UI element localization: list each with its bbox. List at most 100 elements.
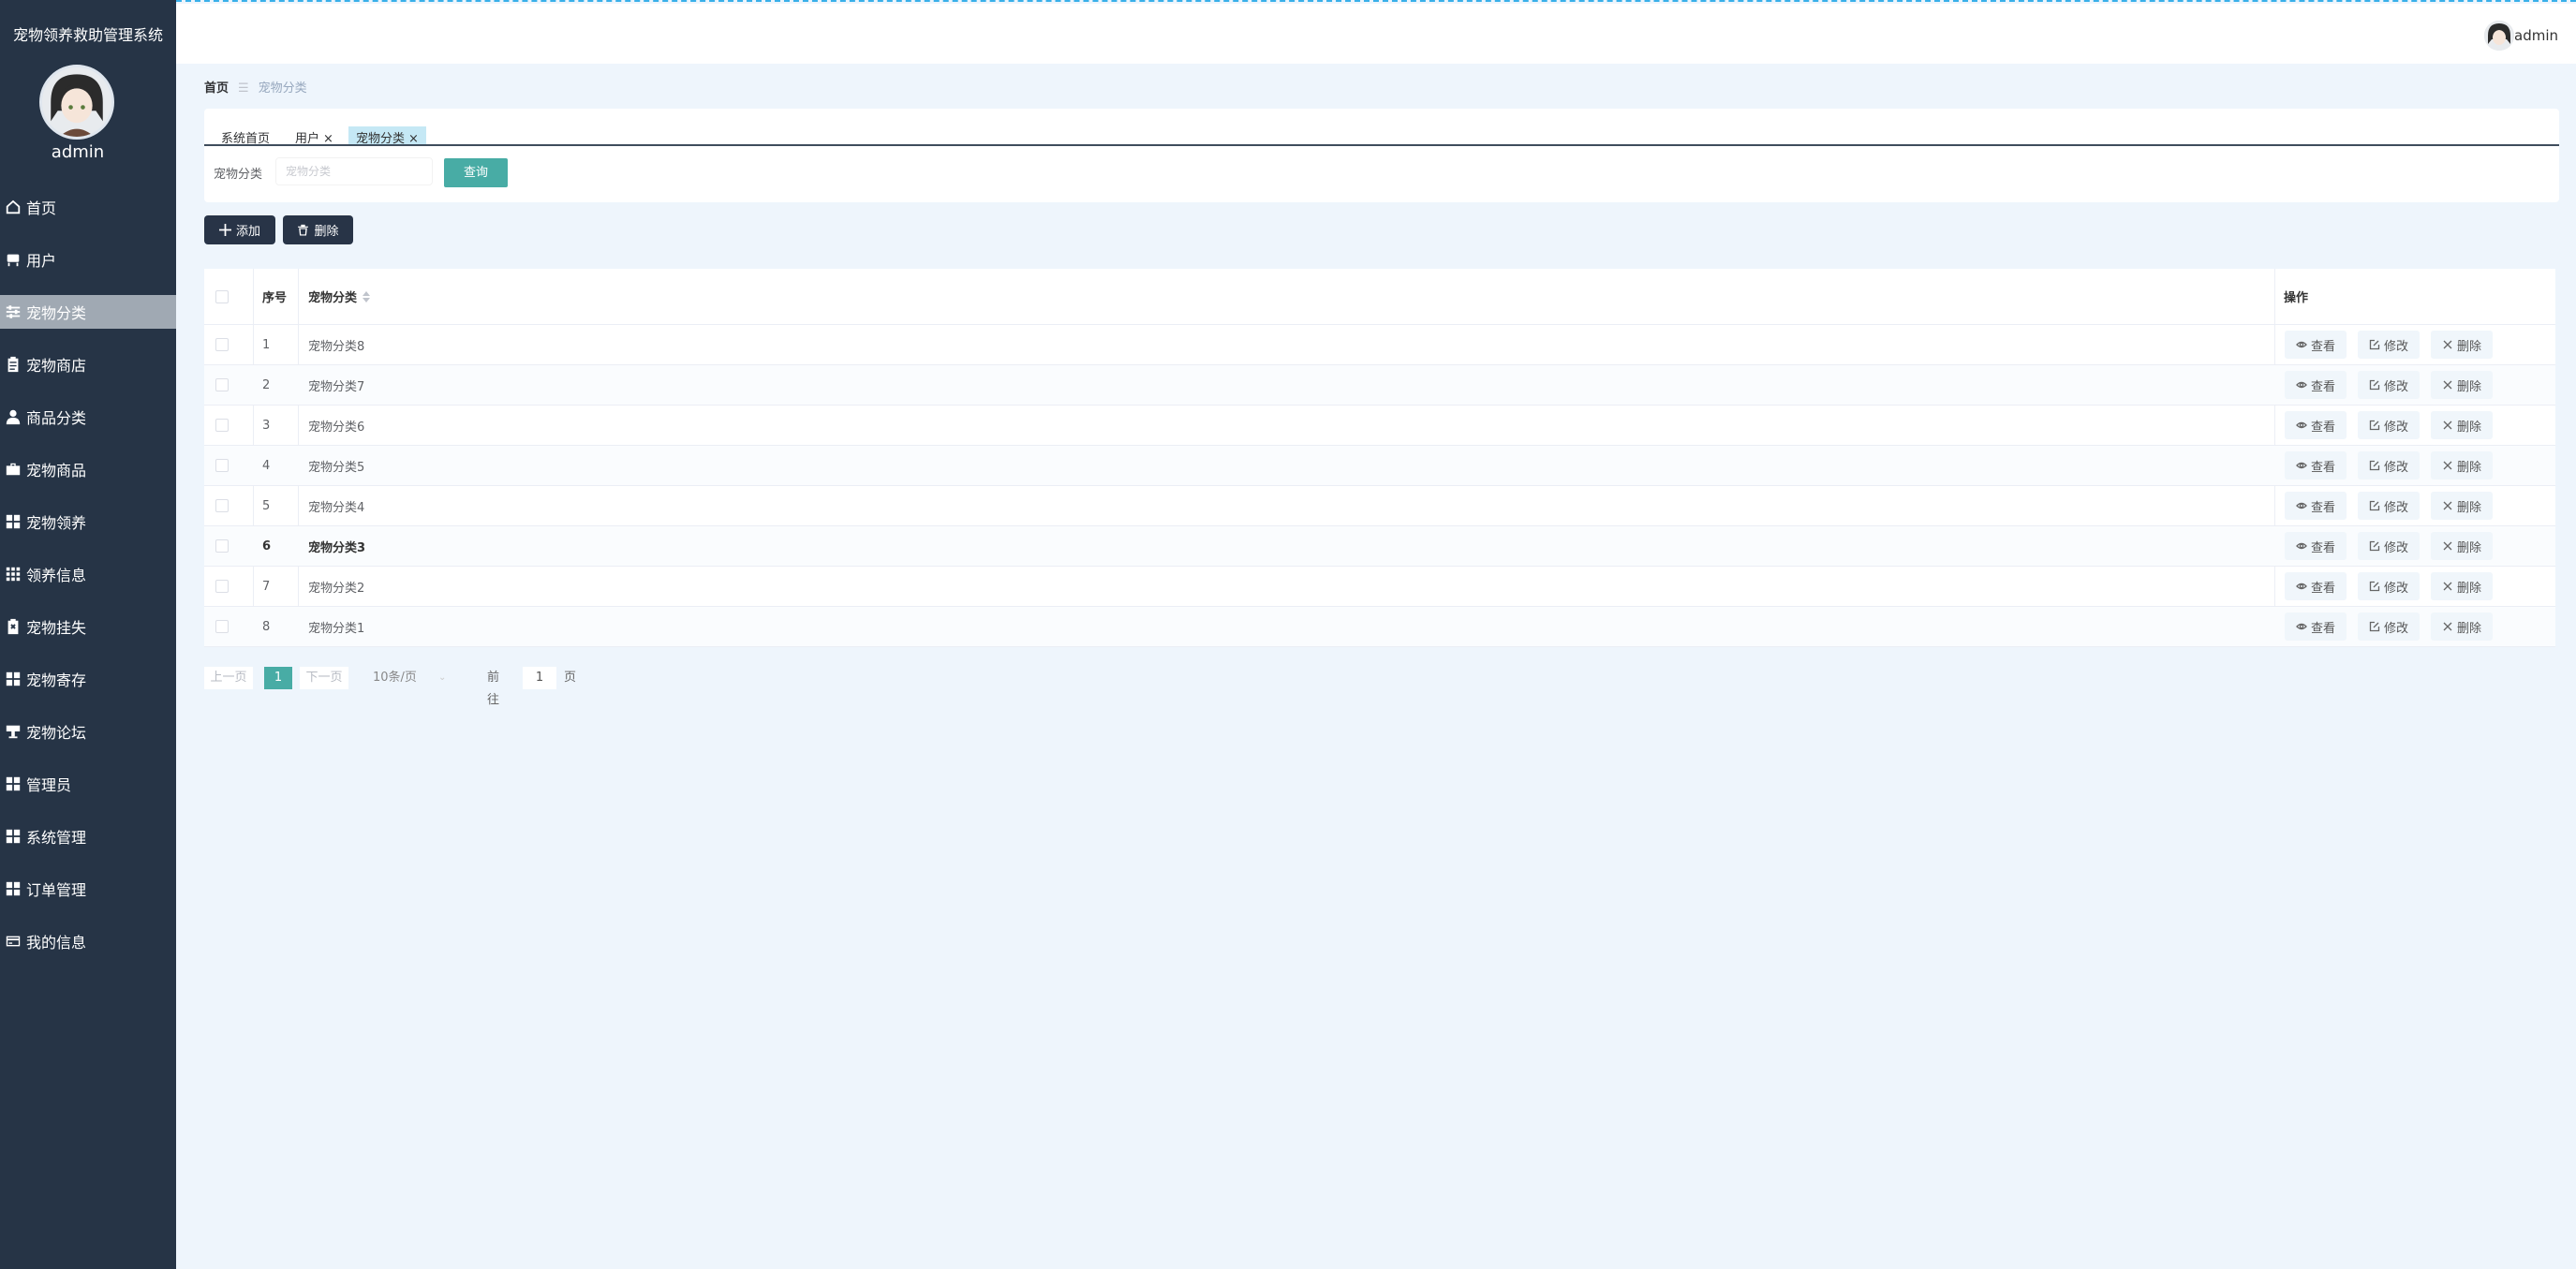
view-label: 查看 [2310,420,2335,435]
sidebar-item-admin[interactable]: 管理员 [0,758,176,810]
delete-button[interactable]: 删除 [2431,451,2493,480]
data-table: 序号 宠物分类 操作 1 宠物分类8 查看 修改 删除 2 宠物分类7 查看 修改 删除 3 宠物分类… [204,269,2555,647]
view-label: 查看 [2310,500,2335,515]
delete-button[interactable]: 删除 [2431,612,2493,641]
edit-button[interactable]: 修改 [2358,572,2420,600]
view-button[interactable]: 查看 [2285,532,2347,560]
view-button[interactable]: 查看 [2285,572,2347,600]
sort-icon[interactable] [363,290,371,302]
delete-button[interactable]: 删除 [2431,492,2493,520]
sidebar-item-pet-goods[interactable]: 宠物商品 [0,443,176,495]
sliders-icon [4,302,22,321]
sidebar-item-pet-category[interactable]: 宠物分类 [0,295,176,329]
edit-label: 修改 [2383,420,2408,435]
search-input[interactable] [275,157,433,185]
edit-button[interactable]: 修改 [2358,612,2420,641]
sidebar-item-label: 宠物论坛 [26,724,87,742]
sidebar-item-pet-shop[interactable]: 宠物商店 [0,338,176,391]
table-row[interactable]: 6 宠物分类3 查看 修改 删除 [204,526,2555,567]
delete-button[interactable]: 删除 [2431,532,2493,560]
delete-button[interactable]: 删除 [2431,572,2493,600]
view-button[interactable]: 查看 [2285,331,2347,359]
sidebar-item-users[interactable]: 用户 [0,233,176,286]
delete-label: 删除 [2456,420,2481,435]
tag-users[interactable]: 用户 × [288,126,341,144]
delete-label: 删除 [2456,379,2481,394]
view-button[interactable]: 查看 [2285,411,2347,439]
row-checkbox[interactable] [215,567,229,606]
sidebar-item-lost-pet[interactable]: 宠物挂失 [0,600,176,653]
sidebar-item-adoption[interactable]: 宠物领养 [0,495,176,548]
add-button[interactable]: 添加 [204,215,275,244]
table-row[interactable]: 8 宠物分类1 查看 修改 删除 [204,607,2555,647]
view-button[interactable]: 查看 [2285,492,2347,520]
table-row[interactable]: 2 宠物分类7 查看 修改 删除 [204,365,2555,406]
breadcrumb-home[interactable]: 首页 [204,81,229,96]
page-number-current[interactable]: 1 [264,667,292,689]
select-all-checkbox[interactable] [215,269,229,324]
view-button[interactable]: 查看 [2285,451,2347,480]
search-button[interactable]: 查询 [444,158,508,187]
close-icon [2442,581,2457,592]
edit-button[interactable]: 修改 [2358,492,2420,520]
tag-label: 系统首页 [221,132,271,146]
edit-button[interactable]: 修改 [2358,532,2420,560]
row-category-name: 宠物分类4 [308,500,365,515]
goto-page-input[interactable]: 1 [523,667,556,689]
view-button[interactable]: 查看 [2285,612,2347,641]
bulk-delete-button[interactable]: 删除 [283,215,353,244]
breadcrumb: 首页 ☰ 宠物分类 [204,78,307,96]
row-checkbox[interactable] [215,607,229,646]
edit-label: 修改 [2383,339,2408,354]
sidebar: 宠物领养救助管理系统 admin 首页 用户 宠物分类 宠物商店 商品分类 宠物… [0,0,176,1269]
table-row[interactable]: 3 宠物分类6 查看 修改 删除 [204,406,2555,446]
sidebar-item-label: 宠物分类 [26,304,87,322]
row-checkbox[interactable] [215,365,229,405]
close-icon [2442,621,2457,632]
row-checkbox[interactable] [215,406,229,445]
edit-button[interactable]: 修改 [2358,331,2420,359]
edit-button[interactable]: 修改 [2358,451,2420,480]
eye-icon [2296,339,2311,350]
tag-dashboard[interactable]: 系统首页 [214,126,277,146]
home-icon [4,198,22,216]
view-label: 查看 [2310,339,2335,354]
col-category[interactable]: 宠物分类 [308,269,371,324]
edit-button[interactable]: 修改 [2358,371,2420,399]
prev-page-button[interactable]: 上一页 [204,667,253,689]
edit-button[interactable]: 修改 [2358,411,2420,439]
delete-button[interactable]: 删除 [2431,411,2493,439]
table-row[interactable]: 4 宠物分类5 查看 修改 删除 [204,446,2555,486]
close-icon[interactable]: × [323,132,333,144]
admin-avatar[interactable] [39,65,114,140]
sidebar-item-my-info[interactable]: 我的信息 [0,915,176,967]
sidebar-item-orders[interactable]: 订单管理 [0,863,176,915]
page-size-select[interactable]: 10条/页 ⌄ [373,667,457,689]
table-row[interactable]: 5 宠物分类4 查看 修改 删除 [204,486,2555,526]
sidebar-item-goods-category[interactable]: 商品分类 [0,391,176,443]
next-page-button[interactable]: 下一页 [300,667,348,689]
table-row[interactable]: 7 宠物分类2 查看 修改 删除 [204,567,2555,607]
header-username[interactable]: admin [2514,27,2558,44]
close-icon [2442,339,2457,350]
view-button[interactable]: 查看 [2285,371,2347,399]
close-icon[interactable]: × [408,132,419,144]
table-row[interactable]: 1 宠物分类8 查看 修改 删除 [204,325,2555,365]
tag-pet-category[interactable]: 宠物分类 × [348,126,426,144]
row-checkbox[interactable] [215,526,229,566]
sidebar-item-system[interactable]: 系统管理 [0,810,176,863]
sidebar-item-forum[interactable]: 宠物论坛 [0,705,176,758]
row-checkbox[interactable] [215,486,229,525]
row-checkbox[interactable] [215,446,229,485]
view-label: 查看 [2310,460,2335,475]
sidebar-item-pet-boarding[interactable]: 宠物寄存 [0,653,176,705]
user-avatar[interactable] [2484,21,2514,51]
edit-icon [2369,540,2384,552]
delete-button[interactable]: 删除 [2431,331,2493,359]
sidebar-item-adoption-info[interactable]: 领养信息 [0,548,176,600]
grid-icon [4,670,22,688]
row-checkbox[interactable] [215,325,229,364]
sidebar-item-home[interactable]: 首页 [0,181,176,233]
delete-button[interactable]: 删除 [2431,371,2493,399]
sidebar-item-label: 管理员 [26,776,72,794]
